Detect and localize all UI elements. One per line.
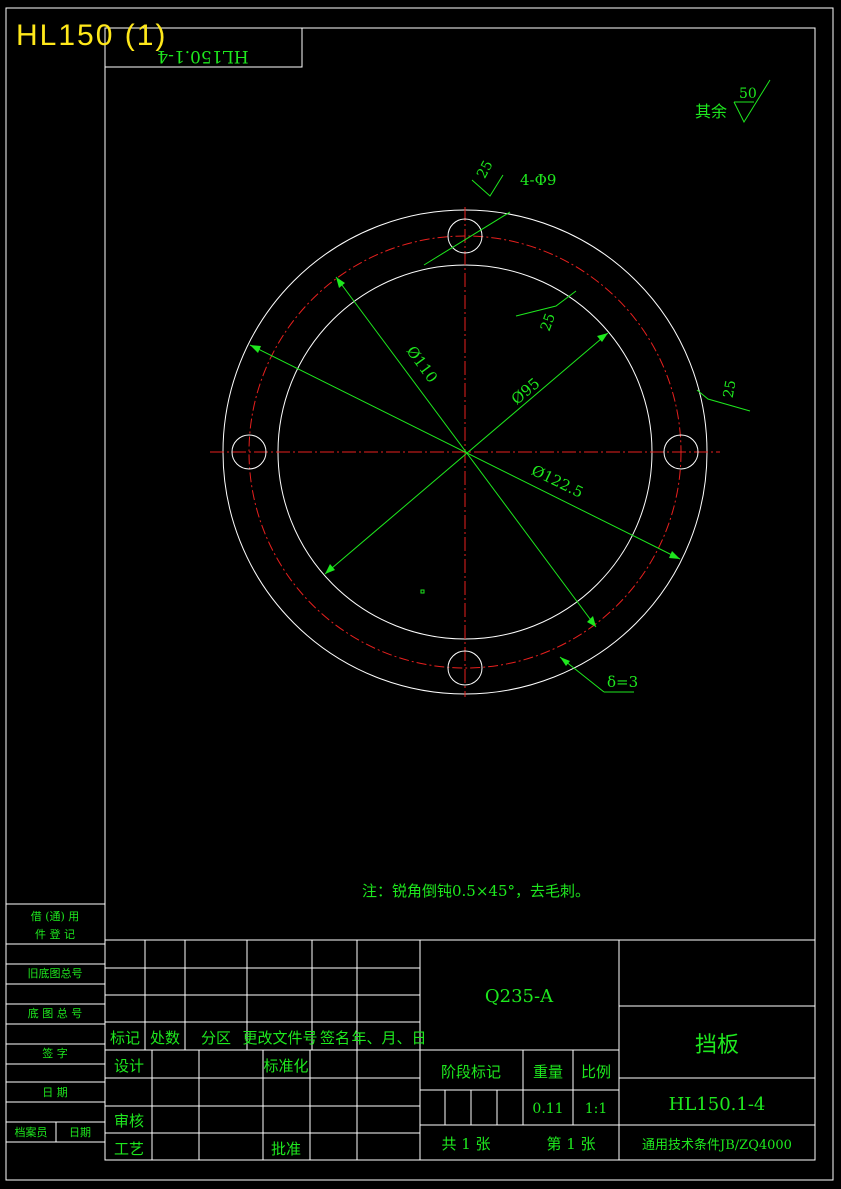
spec-standard: 通用技术条件JB/ZQ4000 bbox=[642, 1137, 792, 1153]
dim-thickness: δ=3 bbox=[607, 673, 638, 691]
label-design: 设计 bbox=[114, 1057, 144, 1075]
dim-outer: Ø122.5 bbox=[529, 461, 587, 501]
dim-rough-inner: 25 bbox=[538, 311, 559, 333]
label-standardize: 标准化 bbox=[263, 1057, 308, 1075]
small-marker bbox=[420, 589, 425, 594]
label-approve: 批准 bbox=[271, 1140, 301, 1158]
total-sheets: 共 1 张 bbox=[441, 1135, 490, 1153]
strip-sign: 签 字 bbox=[42, 1046, 68, 1060]
roughness-label: 其余 bbox=[695, 102, 727, 121]
dim-holes: 4-Φ9 bbox=[520, 171, 556, 189]
drawing-sheet: HL150.1-4 HL150 (1) 其余 50 4-Φ9 25 25 25 … bbox=[5, 7, 834, 1181]
rev-header-date: 年、月、日 bbox=[351, 1029, 426, 1047]
dim-rough-outer: 25 bbox=[721, 379, 740, 399]
material: Q235-A bbox=[485, 986, 554, 1007]
rev-header-zone: 分区 bbox=[201, 1029, 231, 1047]
strip-date: 日 期 bbox=[42, 1086, 68, 1099]
rev-header-mark: 标记 bbox=[110, 1029, 140, 1047]
strip-b1-line1: 借 (通) 用 bbox=[31, 910, 80, 923]
roughness-value: 50 bbox=[739, 86, 757, 102]
label-review: 审核 bbox=[114, 1112, 144, 1130]
dim-rough-hole: 25 bbox=[474, 158, 496, 181]
rev-header-count: 处数 bbox=[150, 1029, 180, 1047]
dimension-lines bbox=[249, 174, 751, 693]
label-process: 工艺 bbox=[114, 1140, 144, 1158]
overlay-title: HL150 (1) bbox=[16, 19, 167, 52]
label-scale: 比例 bbox=[581, 1063, 611, 1081]
rev-header-sign: 签名 bbox=[320, 1029, 350, 1047]
scale-value: 1:1 bbox=[585, 1101, 608, 1117]
sheet-number: 第 1 张 bbox=[546, 1135, 595, 1153]
strip-archivist: 档案员 bbox=[15, 1125, 48, 1139]
strip-old-base: 旧底图总号 bbox=[28, 966, 83, 980]
rev-header-docno: 更改文件号 bbox=[242, 1029, 317, 1047]
strip-archive-date: 日期 bbox=[69, 1126, 91, 1139]
strip-base-no: 底 图 总 号 bbox=[28, 1006, 83, 1020]
strip-b1-line2: 件 登 记 bbox=[35, 927, 75, 941]
drawing-number: HL150.1-4 bbox=[669, 1094, 766, 1115]
dim-pitch: Ø110 bbox=[403, 343, 442, 387]
label-weight: 重量 bbox=[533, 1063, 563, 1081]
label-stage-mark: 阶段标记 bbox=[441, 1063, 501, 1081]
inner-border bbox=[104, 27, 816, 1161]
corner-label: HL150.1-4 bbox=[157, 46, 248, 66]
part-name: 挡板 bbox=[695, 1033, 739, 1058]
weight-value: 0.11 bbox=[532, 1101, 563, 1117]
technical-note: 注：锐角倒钝0.5×45°，去毛刺。 bbox=[362, 882, 590, 900]
